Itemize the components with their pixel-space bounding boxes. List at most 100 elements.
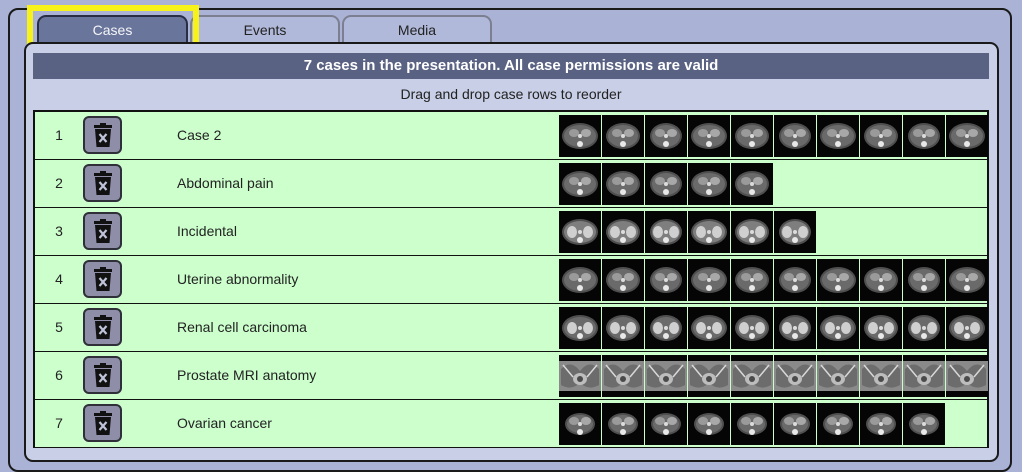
- case-thumbnail-image: [946, 355, 988, 397]
- trash-delete-icon: [94, 219, 112, 243]
- case-thumbnail-strip: [559, 259, 989, 301]
- case-title: Incidental: [177, 223, 237, 239]
- case-row-renal-cell-carcinoma[interactable]: 5 Renal cell carcinoma: [35, 304, 989, 351]
- trash-delete-icon: [94, 315, 112, 339]
- case-thumbnail-image: [559, 403, 601, 445]
- case-thumbnail-image: [645, 163, 687, 205]
- tab-events[interactable]: Events: [190, 15, 340, 42]
- delete-case-button[interactable]: [83, 164, 122, 202]
- case-title: Prostate MRI anatomy: [177, 367, 317, 383]
- case-row-case-2[interactable]: 1 Case 2: [35, 112, 988, 159]
- case-thumbnail-strip: [559, 355, 989, 397]
- case-thumbnail-image: [645, 211, 687, 253]
- case-thumbnail-image: [731, 211, 773, 253]
- case-row-number: 5: [55, 319, 63, 335]
- case-row-number: 1: [55, 127, 63, 143]
- case-thumbnail-image: [602, 163, 644, 205]
- case-summary-banner: 7 cases in the presentation. All case pe…: [33, 53, 989, 79]
- reorder-instruction: Drag and drop case rows to reorder: [400, 86, 622, 102]
- case-thumbnail-image: [860, 259, 902, 301]
- case-thumbnail-image: [602, 211, 644, 253]
- case-title: Uterine abnormality: [177, 271, 299, 287]
- case-row-abdominal-pain[interactable]: 2 Abdominal pain: [35, 160, 987, 207]
- case-thumbnail-image: [903, 355, 945, 397]
- case-thumbnail-image: [946, 115, 988, 157]
- case-thumbnail-image: [860, 307, 902, 349]
- case-thumbnail-image: [559, 307, 601, 349]
- case-thumbnail-image: [903, 307, 945, 349]
- case-title: Case 2: [177, 127, 222, 143]
- case-thumbnail-image: [903, 115, 945, 157]
- case-row-prostate-mri-anatomy[interactable]: 6 Prostate MRI anatomy: [35, 352, 989, 399]
- case-thumbnail-image: [559, 355, 601, 397]
- case-thumbnail-image: [602, 307, 644, 349]
- case-thumbnail-image: [602, 355, 644, 397]
- case-thumbnail-image: [731, 259, 773, 301]
- case-thumbnail-image: [774, 355, 816, 397]
- case-thumbnail-image: [817, 259, 859, 301]
- case-title: Renal cell carcinoma: [177, 319, 307, 335]
- case-thumbnail-image: [860, 403, 902, 445]
- delete-case-button[interactable]: [83, 356, 122, 394]
- delete-case-button[interactable]: [83, 404, 122, 442]
- trash-delete-icon: [94, 267, 112, 291]
- trash-delete-icon: [94, 363, 112, 387]
- case-thumbnail-image: [903, 259, 945, 301]
- case-title: Ovarian cancer: [177, 415, 272, 431]
- delete-case-button[interactable]: [83, 260, 122, 298]
- case-thumbnail-strip: [559, 403, 946, 445]
- case-thumbnail-image: [860, 115, 902, 157]
- case-thumbnail-image: [946, 307, 988, 349]
- case-thumbnail-image: [731, 115, 773, 157]
- case-row-number: 2: [55, 175, 63, 191]
- case-row-number: 6: [55, 367, 63, 383]
- case-thumbnail-image: [602, 115, 644, 157]
- case-thumbnail-image: [688, 163, 730, 205]
- case-row-incidental[interactable]: 3 Incidental: [35, 208, 987, 255]
- delete-case-button[interactable]: [83, 116, 122, 154]
- case-row-number: 3: [55, 223, 63, 239]
- case-row-uterine-abnormality[interactable]: 4 Uterine abnormality: [35, 256, 989, 303]
- case-thumbnail-image: [688, 211, 730, 253]
- case-thumbnail-image: [817, 355, 859, 397]
- case-row-ovarian-cancer[interactable]: 7 Ovarian cancer: [35, 400, 987, 447]
- case-thumbnail-image: [817, 307, 859, 349]
- case-thumbnail-image: [559, 115, 601, 157]
- case-row-number: 4: [55, 271, 63, 287]
- case-row-number: 7: [55, 415, 63, 431]
- case-thumbnail-image: [602, 259, 644, 301]
- case-thumbnail-strip: [559, 163, 774, 205]
- delete-case-button[interactable]: [83, 308, 122, 346]
- case-thumbnail-image: [645, 115, 687, 157]
- case-thumbnail-image: [817, 403, 859, 445]
- case-thumbnail-image: [903, 403, 945, 445]
- case-thumbnail-image: [688, 115, 730, 157]
- tab-cases[interactable]: Cases: [37, 15, 188, 42]
- case-thumbnail-image: [688, 355, 730, 397]
- case-thumbnail-image: [688, 307, 730, 349]
- case-title: Abdominal pain: [177, 175, 274, 191]
- case-thumbnail-image: [559, 211, 601, 253]
- case-thumbnail-image: [688, 403, 730, 445]
- case-table: 1 Case 2 2 Abdominal pain 3 Incidental 4 Uterin…: [33, 110, 989, 448]
- case-thumbnail-strip: [559, 307, 989, 349]
- case-thumbnail-image: [774, 307, 816, 349]
- trash-delete-icon: [94, 411, 112, 435]
- case-thumbnail-image: [645, 403, 687, 445]
- tab-media[interactable]: Media: [342, 15, 492, 42]
- case-thumbnail-image: [731, 355, 773, 397]
- case-thumbnail-image: [731, 403, 773, 445]
- case-thumbnail-image: [774, 211, 816, 253]
- case-thumbnail-image: [688, 259, 730, 301]
- case-thumbnail-image: [817, 115, 859, 157]
- case-thumbnail-image: [731, 307, 773, 349]
- case-thumbnail-strip: [559, 211, 817, 253]
- case-thumbnail-image: [774, 403, 816, 445]
- case-thumbnail-image: [602, 403, 644, 445]
- case-thumbnail-image: [774, 259, 816, 301]
- trash-delete-icon: [94, 171, 112, 195]
- case-thumbnail-image: [860, 355, 902, 397]
- case-thumbnail-image: [645, 307, 687, 349]
- case-thumbnail-image: [559, 259, 601, 301]
- delete-case-button[interactable]: [83, 212, 122, 250]
